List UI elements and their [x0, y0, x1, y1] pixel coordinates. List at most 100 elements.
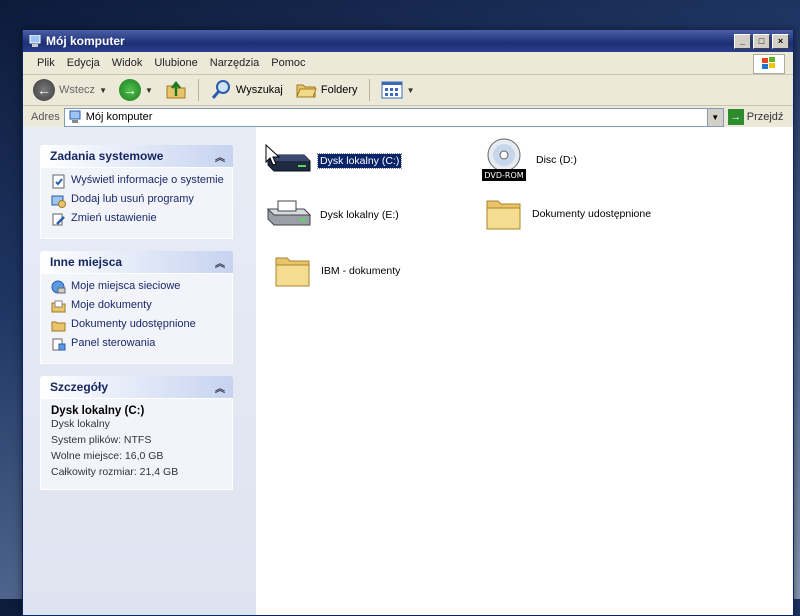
drive-e-item[interactable]: Dysk lokalny (E:)	[264, 199, 401, 231]
items-view: Dysk lokalny (C:) DVD-ROM Disc (D:) Dysk…	[256, 127, 793, 615]
views-button[interactable]: ▼	[377, 78, 419, 102]
details-total-size: Całkowity rozmiar: 21,4 GB	[51, 466, 179, 478]
drive-c-item[interactable]: Dysk lokalny (C:)	[264, 147, 403, 175]
shared-documents-item[interactable]: Dokumenty udostępnione	[484, 195, 653, 233]
drive-e-label: Dysk lokalny (E:)	[320, 209, 399, 221]
collapse-icon[interactable]: ︽	[215, 380, 225, 395]
back-dropdown-icon[interactable]: ▼	[99, 86, 107, 95]
address-bar: Adres Mój komputer ▼ → Przejdź	[23, 106, 793, 129]
menu-bar: Plik Edycja Widok Ulubione Narzędzia Pom…	[23, 52, 793, 75]
my-computer-icon	[29, 34, 41, 47]
forward-dropdown-icon[interactable]: ▼	[145, 86, 153, 95]
maximize-button[interactable]: □	[753, 34, 770, 49]
details-item-type: Dysk lokalny	[51, 418, 110, 430]
toolbar-separator	[368, 79, 370, 101]
explorer-window: Mój komputer _ □ × Plik Edycja Widok Ulu…	[22, 30, 794, 616]
drive-d-label: Disc (D:)	[536, 154, 577, 166]
task-label: Dodaj lub usuń programy	[71, 193, 194, 205]
back-arrow-icon: ←	[33, 79, 55, 101]
window-title: Mój komputer	[46, 34, 125, 48]
control-panel-icon	[52, 338, 66, 351]
place-label: Moje dokumenty	[71, 299, 152, 311]
drive-c-label: Dysk lokalny (C:)	[316, 153, 403, 169]
address-value: Mój komputer	[85, 111, 153, 123]
folder-up-icon	[166, 80, 186, 99]
search-icon	[211, 80, 230, 99]
views-icon	[381, 81, 403, 99]
menu-edit[interactable]: Edycja	[61, 55, 106, 71]
network-places-icon	[51, 280, 66, 294]
up-button[interactable]	[161, 78, 191, 102]
system-tasks-title: Zadania systemowe	[50, 149, 164, 163]
details-header[interactable]: Szczegóły ︽	[40, 376, 233, 398]
task-add-remove-programs[interactable]: Dodaj lub usuń programy	[51, 193, 224, 208]
folders-button[interactable]: Foldery	[291, 78, 362, 102]
collapse-icon[interactable]: ︽	[215, 149, 225, 164]
collapse-icon[interactable]: ︽	[215, 255, 225, 270]
content-area: Zadania systemowe ︽ Wyświetl informacje …	[23, 127, 793, 615]
system-tasks-body: Wyświetl informacje o systemie Dodaj lub…	[40, 167, 233, 239]
views-dropdown-icon[interactable]: ▼	[407, 86, 415, 95]
forward-arrow-icon: →	[118, 79, 141, 101]
details-panel: Szczegóły ︽ Dysk lokalny (C:) Dysk lokal…	[40, 376, 233, 490]
details-body: Dysk lokalny (C:) Dysk lokalny System pl…	[40, 398, 233, 490]
other-places-header[interactable]: Inne miejsca ︽	[40, 251, 233, 273]
back-button[interactable]: ← Wstecz ▼	[29, 77, 111, 103]
add-remove-programs-icon	[51, 195, 66, 208]
menu-view[interactable]: Widok	[106, 55, 149, 71]
search-label: Wyszukaj	[235, 84, 283, 96]
hard-drive-icon	[266, 200, 312, 226]
details-filesystem: System plików: NTFS	[51, 434, 152, 446]
back-label: Wstecz	[59, 84, 96, 96]
place-shared-documents[interactable]: Dokumenty udostępnione	[51, 318, 224, 333]
go-button[interactable]: → Przejdź	[727, 109, 783, 125]
folders-icon	[296, 84, 317, 98]
toolbar-separator	[197, 79, 199, 101]
menu-tools[interactable]: Narzędzia	[204, 55, 266, 71]
forward-button[interactable]: → ▼	[115, 77, 157, 103]
search-button[interactable]: Wyszukaj	[206, 77, 287, 103]
place-network-places[interactable]: Moje miejsca sieciowe	[51, 280, 224, 295]
place-label: Moje miejsca sieciowe	[71, 280, 181, 292]
folder-icon	[51, 321, 66, 332]
change-setting-icon	[52, 213, 65, 226]
title-bar[interactable]: Mój komputer _ □ ×	[23, 30, 793, 52]
menu-file[interactable]: Plik	[31, 55, 61, 71]
place-control-panel[interactable]: Panel sterowania	[51, 337, 224, 352]
close-button[interactable]: ×	[772, 34, 789, 49]
address-label: Adres	[31, 111, 60, 123]
my-computer-icon	[69, 110, 81, 123]
dvd-rom-icon: DVD-ROM	[482, 138, 526, 181]
task-label: Wyświetl informacje o systemie	[71, 174, 224, 186]
address-dropdown-icon[interactable]: ▼	[706, 108, 723, 126]
menu-help[interactable]: Pomoc	[265, 55, 311, 71]
system-tasks-header[interactable]: Zadania systemowe ︽	[40, 145, 233, 167]
task-change-setting[interactable]: Zmień ustawienie	[51, 212, 224, 227]
menu-favorites[interactable]: Ulubione	[148, 55, 203, 71]
my-documents-icon	[51, 300, 66, 313]
task-pane: Zadania systemowe ︽ Wyświetl informacje …	[23, 127, 256, 615]
minimize-button[interactable]: _	[734, 34, 751, 49]
place-label: Dokumenty udostępnione	[71, 318, 196, 330]
other-places-body: Moje miejsca sieciowe Moje dokumenty Dok…	[40, 273, 233, 364]
folder-icon	[275, 257, 310, 287]
ibm-documents-label: IBM - dokumenty	[321, 265, 401, 277]
folder-icon	[486, 200, 521, 230]
folders-label: Foldery	[320, 84, 358, 96]
system-info-icon	[52, 174, 65, 189]
ibm-documents-item[interactable]: IBM - dokumenty	[273, 252, 402, 290]
place-my-documents[interactable]: Moje dokumenty	[51, 299, 224, 314]
other-places-panel: Inne miejsca ︽ Moje miejsca sieciowe Moj…	[40, 251, 233, 364]
details-title: Szczegóły	[50, 380, 109, 394]
address-input[interactable]: Mój komputer ▼	[63, 107, 724, 127]
task-view-system-info[interactable]: Wyświetl informacje o systemie	[51, 174, 224, 189]
other-places-title: Inne miejsca	[50, 255, 123, 269]
system-tasks-panel: Zadania systemowe ︽ Wyświetl informacje …	[40, 145, 233, 239]
go-arrow-icon: →	[727, 109, 744, 125]
mouse-cursor-icon	[265, 144, 281, 166]
drive-d-item[interactable]: DVD-ROM Disc (D:)	[480, 137, 579, 183]
place-label: Panel sterowania	[71, 337, 156, 349]
details-free-space: Wolne miejsce: 16,0 GB	[51, 450, 164, 462]
windows-logo-icon	[753, 54, 785, 74]
shared-documents-label: Dokumenty udostępnione	[532, 208, 652, 220]
